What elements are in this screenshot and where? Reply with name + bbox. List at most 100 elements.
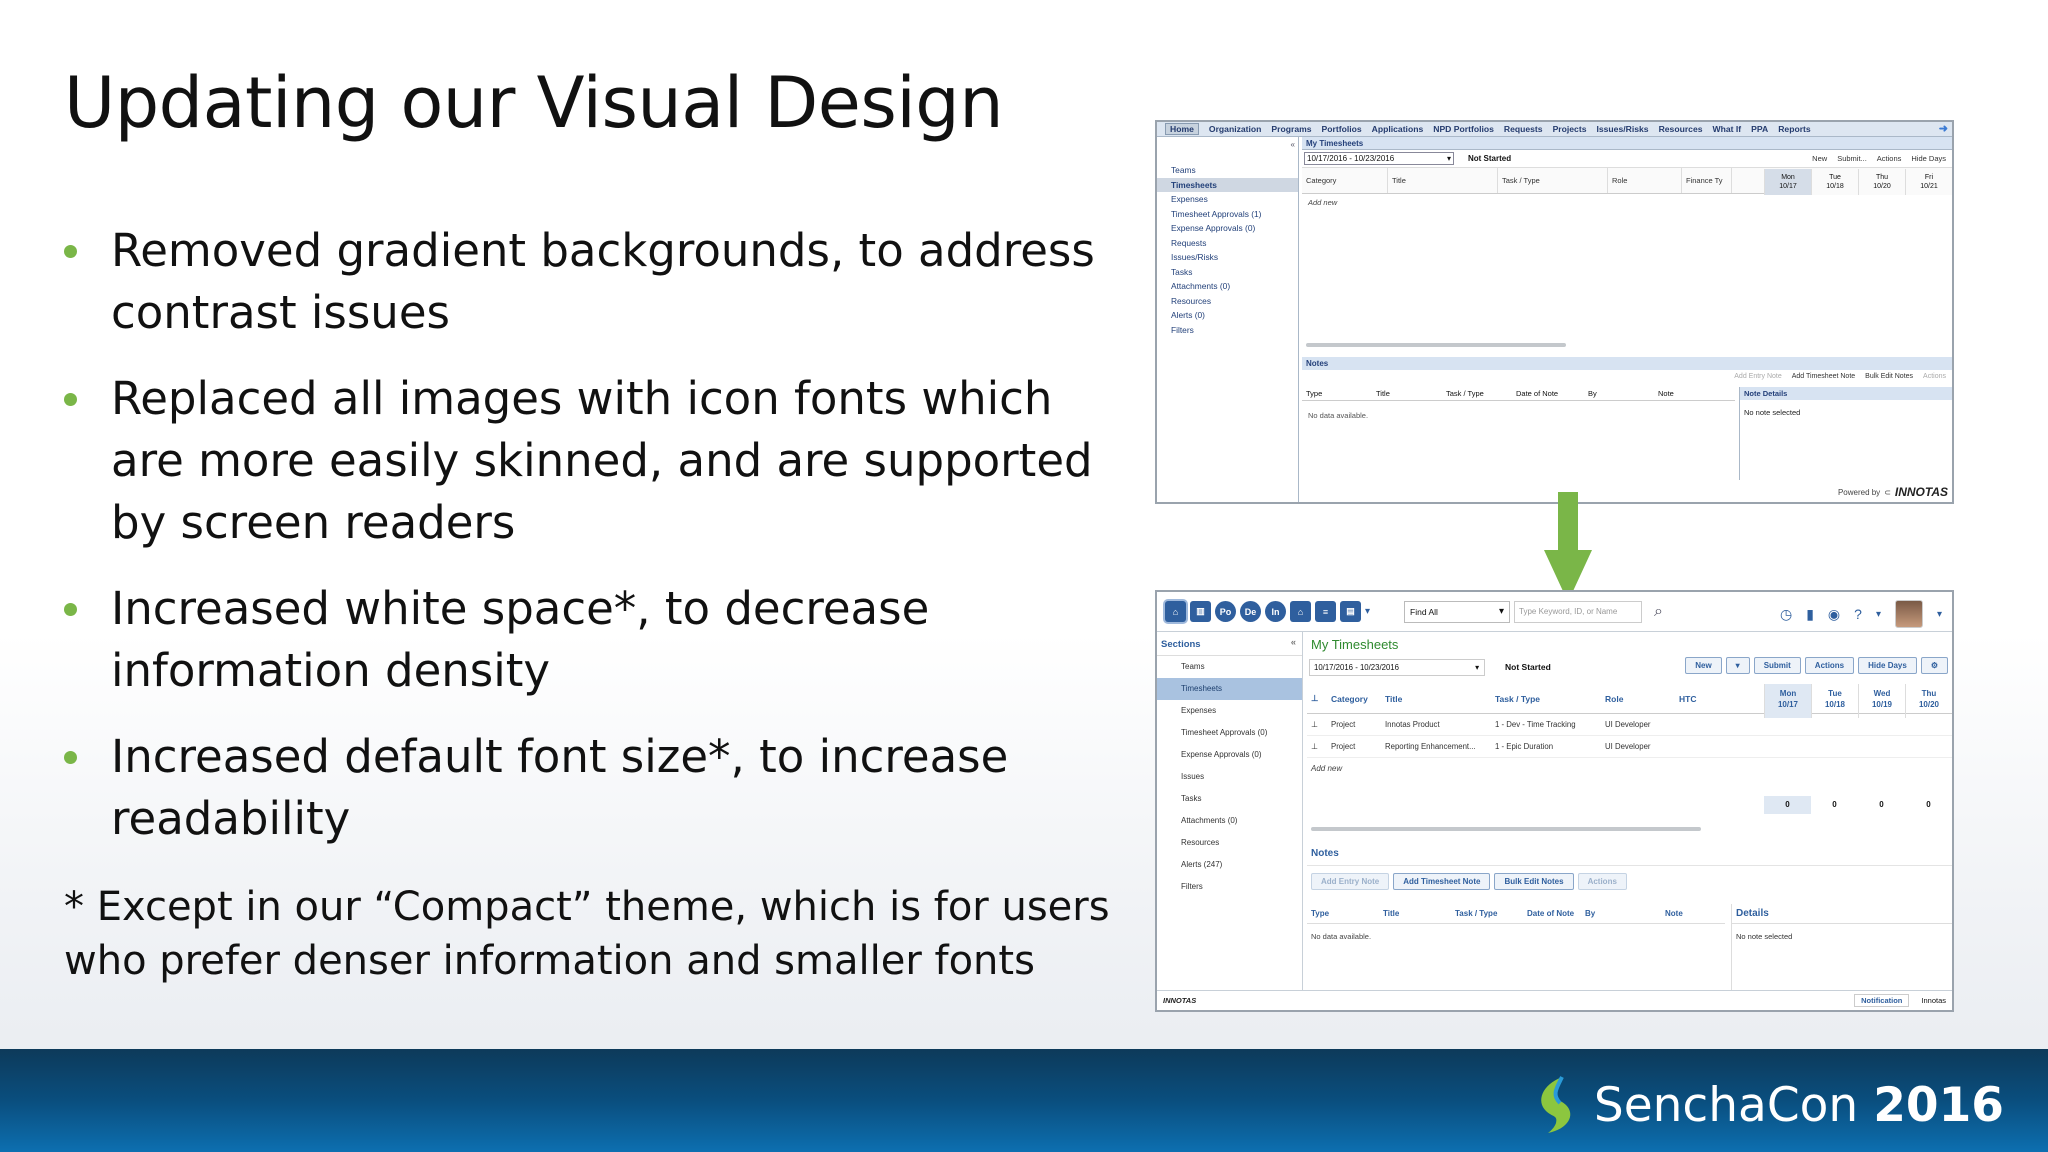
find-select[interactable]: Find All	[1404, 600, 1511, 623]
old-sidebar-item[interactable]: Issues/Risks	[1157, 250, 1298, 265]
old-col-finance[interactable]: Finance Ty	[1682, 168, 1732, 193]
new-day-col[interactable]: Thu 10/20	[1905, 684, 1952, 718]
new-col-role[interactable]: Role	[1601, 694, 1675, 704]
new-sidebar-item[interactable]: Expense Approvals (0)	[1157, 744, 1302, 766]
bookmark-icon[interactable]: ▮	[1806, 606, 1814, 623]
old-sidebar-item[interactable]: Alerts (0)	[1157, 308, 1298, 323]
search-input[interactable]: Type Keyword, ID, or Name	[1514, 600, 1643, 623]
old-sidebar-item[interactable]: Expense Approvals (0)	[1157, 221, 1298, 236]
help-icon[interactable]: ?	[1854, 606, 1862, 622]
new-col-task[interactable]: Task / Type	[1491, 694, 1601, 704]
old-sidebar-item[interactable]: Requests	[1157, 236, 1298, 251]
old-nav-item[interactable]: Organization	[1209, 124, 1262, 134]
old-notes-col[interactable]: By	[1584, 387, 1654, 400]
old-nav-item[interactable]: What If	[1713, 124, 1742, 134]
old-sidebar-item[interactable]: Resources	[1157, 294, 1298, 309]
chevron-down-icon[interactable]: ▾	[1876, 609, 1881, 620]
old-col-category[interactable]: Category	[1302, 168, 1388, 193]
chevron-down-icon[interactable]: ▾	[1937, 609, 1942, 620]
hide-days-button[interactable]: Hide Days	[1858, 657, 1917, 674]
new-day-col[interactable]: Wed 10/19	[1858, 684, 1905, 718]
avatar[interactable]	[1894, 600, 1923, 628]
add-entry-note-button[interactable]: Add Entry Note	[1311, 873, 1390, 890]
new-sidebar-item[interactable]: Teams	[1157, 656, 1302, 678]
book-icon[interactable]: ▤	[1340, 601, 1361, 622]
new-sidebar-item[interactable]: Issues	[1157, 766, 1302, 788]
old-nav-item[interactable]: NPD Portfolios	[1433, 124, 1494, 134]
old-new-button[interactable]: New	[1812, 154, 1827, 163]
search-icon[interactable]: ⌕	[1654, 603, 1663, 621]
new-notes-col[interactable]: Note	[1661, 909, 1701, 918]
old-day-col[interactable]: Mon 10/17	[1764, 169, 1811, 195]
bank-icon[interactable]: ⌂	[1290, 601, 1311, 622]
gear-icon[interactable]: ⚙	[1920, 657, 1948, 674]
new-button[interactable]: New	[1685, 657, 1722, 674]
new-notes-col[interactable]: Type	[1307, 909, 1379, 918]
new-day-col[interactable]: Tue 10/18	[1811, 684, 1858, 718]
add-timesheet-note-button[interactable]: Add Timesheet Note	[1393, 873, 1491, 890]
old-sidebar-item[interactable]: Attachments (0)	[1157, 279, 1298, 294]
new-date-select[interactable]: 10/17/2016 - 10/23/2016	[1309, 658, 1485, 676]
new-sidebar-item[interactable]: Expenses	[1157, 700, 1302, 722]
demand-icon[interactable]: De	[1240, 601, 1261, 622]
old-add-new[interactable]: Add new	[1302, 194, 1952, 211]
old-nav-item[interactable]: PPA	[1751, 124, 1768, 134]
old-nav-item[interactable]: Applications	[1372, 124, 1424, 134]
old-sidebar-item[interactable]: Expenses	[1157, 192, 1298, 207]
old-notes-col[interactable]: Task / Type	[1442, 387, 1512, 400]
new-notes-col[interactable]: By	[1581, 909, 1661, 918]
old-col-task[interactable]: Task / Type	[1498, 168, 1608, 193]
old-day-col[interactable]: Tue 10/18	[1811, 169, 1858, 195]
old-sidebar-item[interactable]: Filters	[1157, 323, 1298, 338]
new-scrollbar[interactable]	[1311, 827, 1701, 831]
building-icon[interactable]: ▥	[1190, 601, 1211, 622]
old-sidebar-item[interactable]: Teams	[1157, 163, 1298, 178]
old-notes-actions[interactable]: Actions	[1923, 373, 1946, 380]
new-col-title[interactable]: Title	[1381, 694, 1491, 704]
new-notes-col[interactable]: Task / Type	[1451, 909, 1523, 918]
old-nav-home[interactable]: Home	[1165, 123, 1199, 135]
new-sidebar-item[interactable]: Resources	[1157, 832, 1302, 854]
new-menu-button[interactable]: ▾	[1725, 657, 1750, 674]
old-nav-item[interactable]: Reports	[1778, 124, 1810, 134]
old-nav-item[interactable]: Portfolios	[1322, 124, 1362, 134]
old-notes-col[interactable]: Date of Note	[1512, 387, 1584, 400]
new-sidebar-item[interactable]: Timesheet Approvals (0)	[1157, 722, 1302, 744]
old-nav-item[interactable]: Issues/Risks	[1596, 124, 1648, 134]
old-date-select[interactable]: 10/17/2016 - 10/23/2016	[1304, 152, 1454, 165]
old-nav-item[interactable]: Requests	[1504, 124, 1543, 134]
clock-icon[interactable]: ◷	[1780, 606, 1792, 623]
old-actions-button[interactable]: Actions	[1877, 154, 1902, 163]
home-icon[interactable]: ⌂	[1165, 601, 1186, 622]
old-add-timesheet-note[interactable]: Add Timesheet Note	[1792, 373, 1855, 380]
new-notes-col[interactable]: Title	[1379, 909, 1451, 918]
old-day-col[interactable]: Thu 10/20	[1858, 169, 1905, 195]
chevron-down-icon[interactable]: ▾	[1365, 606, 1370, 617]
forward-arrow-icon[interactable]: ➜	[1939, 122, 1948, 135]
old-nav-item[interactable]: Programs	[1271, 124, 1311, 134]
new-sidebar-item[interactable]: Filters	[1157, 876, 1302, 898]
old-day-col[interactable]: Fri 10/21	[1905, 169, 1952, 195]
new-sidebar-item[interactable]: Tasks	[1157, 788, 1302, 810]
new-sidebar-item[interactable]: Attachments (0)	[1157, 810, 1302, 832]
collapse-icon[interactable]: «	[1291, 637, 1296, 648]
notification-button[interactable]: Notification	[1854, 994, 1910, 1007]
old-notes-col[interactable]: Note	[1654, 387, 1704, 400]
old-bulk-edit-notes[interactable]: Bulk Edit Notes	[1865, 373, 1913, 380]
old-nav-item[interactable]: Projects	[1553, 124, 1587, 134]
new-notes-col[interactable]: Date of Note	[1523, 909, 1581, 918]
actions-button[interactable]: Actions	[1804, 657, 1855, 674]
new-add-new[interactable]: Add new	[1307, 758, 1952, 780]
bulk-edit-notes-button[interactable]: Bulk Edit Notes	[1494, 873, 1574, 890]
new-sidebar-item[interactable]: Timesheets	[1157, 678, 1302, 700]
old-sidebar-item[interactable]: Timesheet Approvals (1)	[1157, 207, 1298, 222]
new-day-col[interactable]: Mon 10/17	[1764, 684, 1811, 718]
portfolios-icon[interactable]: Po	[1215, 601, 1236, 622]
old-col-role[interactable]: Role	[1608, 168, 1682, 193]
notes-actions-button[interactable]: Actions	[1577, 873, 1627, 890]
old-nav-item[interactable]: Resources	[1659, 124, 1703, 134]
old-submit-button[interactable]: Submit...	[1837, 154, 1867, 163]
old-sidebar-item[interactable]: Timesheets	[1157, 177, 1298, 192]
old-hide-days-button[interactable]: Hide Days	[1911, 154, 1946, 163]
innovation-icon[interactable]: In	[1265, 601, 1286, 622]
